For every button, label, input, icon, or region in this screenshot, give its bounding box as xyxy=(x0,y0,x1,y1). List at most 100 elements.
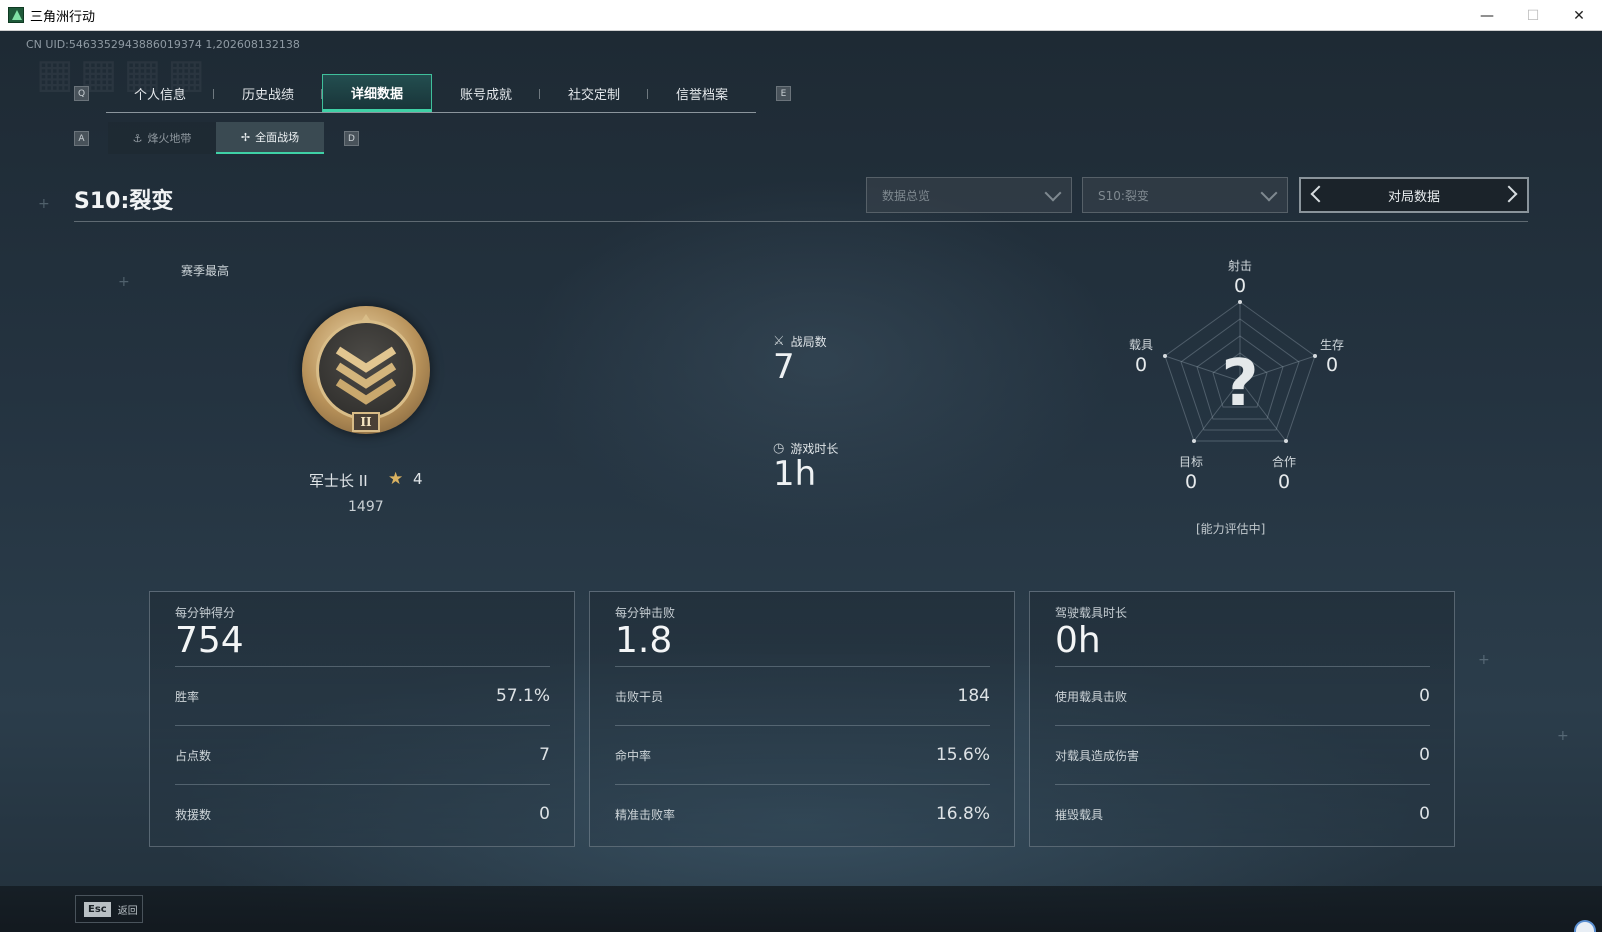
stat-row: 救援数 0 xyxy=(175,784,550,843)
card-title: 驾驶载具时长 xyxy=(1055,606,1128,620)
dropdown-value: 数据总览 xyxy=(882,188,931,203)
subtab-hazard-zone[interactable]: ⚓ 烽火地带 xyxy=(108,122,216,154)
deco-plus-icon: + xyxy=(1478,652,1490,668)
window-titlebar: 三角洲行动 — ☐ ✕ xyxy=(0,0,1602,31)
stat-label: 占点数 xyxy=(175,748,212,763)
rank-name: 军士长 II xyxy=(309,472,368,490)
dropdown-value: S10:裂变 xyxy=(1098,188,1149,203)
back-button[interactable]: Esc 返回 xyxy=(75,895,143,923)
overlay-widget-icon[interactable] xyxy=(1574,920,1596,932)
stat-value: 0 xyxy=(539,804,550,824)
card-main-value: 754 xyxy=(175,620,244,661)
maximize-button[interactable]: ☐ xyxy=(1510,0,1556,31)
season-dropdown[interactable]: S10:裂变 xyxy=(1082,177,1288,213)
stat-label: 救援数 xyxy=(175,807,212,822)
stat-value: 0 xyxy=(1419,745,1430,765)
stat-row: 占点数 7 xyxy=(175,725,550,784)
stat-value: 184 xyxy=(957,686,990,706)
season-title: S10:裂变 xyxy=(74,189,174,214)
stat-row: 击败干员 184 xyxy=(615,666,990,725)
stat-row: 精准击败率 16.8% xyxy=(615,784,990,843)
radar-axis-label: 载具 xyxy=(1128,338,1153,352)
stat-value: 0 xyxy=(1419,686,1430,706)
radar-axis-value: 0 xyxy=(1134,354,1148,376)
crosshair-icon: ⚓ xyxy=(132,131,143,145)
stat-card-vehicle: 驾驶载具时长 0h 使用载具击败 0 对载具造成伤害 0 摧毁载具 0 xyxy=(1029,591,1455,847)
radar-axis-value: 0 xyxy=(1184,471,1198,493)
tab-next-key-hint[interactable]: E xyxy=(776,86,791,101)
matches-value: 7 xyxy=(773,347,795,387)
header-divider xyxy=(74,221,1528,222)
stat-card-kills: 每分钟击败 1.8 击败干员 184 命中率 15.6% 精准击败率 16.8% xyxy=(589,591,1015,847)
rank-score: 1497 xyxy=(348,499,384,515)
minimize-button[interactable]: — xyxy=(1464,0,1510,31)
deco-plus-icon: + xyxy=(38,196,50,212)
tab-profile[interactable]: 个人信息 xyxy=(106,74,214,112)
stat-label: 命中率 xyxy=(615,748,652,763)
stat-row: 命中率 15.6% xyxy=(615,725,990,784)
subtab-label: 烽火地带 xyxy=(147,132,192,145)
stat-value: 57.1% xyxy=(495,686,550,706)
subtab-label: 全面战场 xyxy=(255,131,300,144)
stat-value: 16.8% xyxy=(935,804,990,824)
match-data-label: 对局数据 xyxy=(1387,189,1440,205)
radar-axis-label: 合作 xyxy=(1271,455,1296,469)
radar-center-mark: ? xyxy=(1221,347,1258,421)
stat-label: 击败干员 xyxy=(615,689,664,704)
bottom-bar: Esc 返回 xyxy=(0,886,1602,932)
battlefield-icon: ✢ xyxy=(240,130,251,144)
tab-social[interactable]: 社交定制 xyxy=(540,74,648,112)
stat-value: 7 xyxy=(539,745,550,765)
chevron-down-icon xyxy=(1260,184,1278,202)
close-button[interactable]: ✕ xyxy=(1556,0,1602,31)
stat-label: 摧毁载具 xyxy=(1055,807,1104,822)
tab-prev-key-hint[interactable]: Q xyxy=(74,86,89,101)
stat-label: 对载具造成伤害 xyxy=(1055,748,1140,763)
rank-roman-numeral: II xyxy=(352,412,380,432)
stat-label: 精准击败率 xyxy=(615,807,676,822)
main-tabs: 个人信息 历史战绩 详细数据 账号成就 社交定制 信誉档案 xyxy=(106,74,756,113)
subtab-next-key-hint[interactable]: D xyxy=(344,131,359,146)
match-data-switcher: 对局数据 xyxy=(1299,177,1529,213)
window-controls: — ☐ ✕ xyxy=(1464,0,1602,31)
chevron-right-icon[interactable] xyxy=(1500,185,1518,203)
radar-axis-label: 射击 xyxy=(1227,259,1252,273)
radar-axis-label: 生存 xyxy=(1319,338,1344,352)
radar-axis-value: 0 xyxy=(1277,471,1291,493)
rank-badge: II xyxy=(302,306,430,434)
data-type-dropdown[interactable]: 数据总览 xyxy=(866,177,1072,213)
stat-value: 15.6% xyxy=(935,745,990,765)
radar-axis-value: 0 xyxy=(1233,275,1247,297)
stat-card-score: 每分钟得分 754 胜率 57.1% 占点数 7 救援数 0 xyxy=(149,591,575,847)
tab-achievements[interactable]: 账号成就 xyxy=(432,74,540,112)
back-label: 返回 xyxy=(117,905,138,917)
card-main-value: 0h xyxy=(1055,620,1101,661)
rank-star-count: 4 xyxy=(413,470,423,488)
card-title: 每分钟得分 xyxy=(175,606,236,620)
app-logo-icon xyxy=(8,7,24,23)
chevron-down-icon xyxy=(1044,184,1062,202)
ability-radar-chart: ? xyxy=(1163,300,1317,443)
uid-label: CN UID:5463352943886019374 1,20260813213… xyxy=(26,38,300,51)
subtab-prev-key-hint[interactable]: A xyxy=(74,131,89,146)
tab-history[interactable]: 历史战绩 xyxy=(214,74,322,112)
radar-evaluating-note: [能力评估中] xyxy=(1196,522,1266,536)
chevron-left-icon[interactable] xyxy=(1310,185,1328,203)
playtime-value: 1h xyxy=(773,454,817,494)
tab-credit[interactable]: 信誉档案 xyxy=(648,74,756,112)
stat-label: 胜率 xyxy=(175,689,200,704)
card-title: 每分钟击败 xyxy=(615,606,676,620)
deco-plus-icon: + xyxy=(118,274,130,290)
stat-row: 胜率 57.1% xyxy=(175,666,550,725)
stat-row: 对载具造成伤害 0 xyxy=(1055,725,1430,784)
game-view: ▦▦▦▦ CN UID:5463352943886019374 1,202608… xyxy=(0,31,1602,932)
mode-subtabs: ⚓ 烽火地带 ✢ 全面战场 xyxy=(108,122,324,154)
subtab-full-battlefield[interactable]: ✢ 全面战场 xyxy=(216,122,324,154)
stat-row: 摧毁载具 0 xyxy=(1055,784,1430,843)
deco-plus-icon: + xyxy=(1557,728,1569,744)
radar-axis-value: 0 xyxy=(1325,354,1339,376)
season-best-label: 赛季最高 xyxy=(181,264,230,278)
stat-row: 使用载具击败 0 xyxy=(1055,666,1430,725)
tab-detailed-data[interactable]: 详细数据 xyxy=(322,74,432,112)
radar-axis-label: 目标 xyxy=(1178,455,1203,469)
